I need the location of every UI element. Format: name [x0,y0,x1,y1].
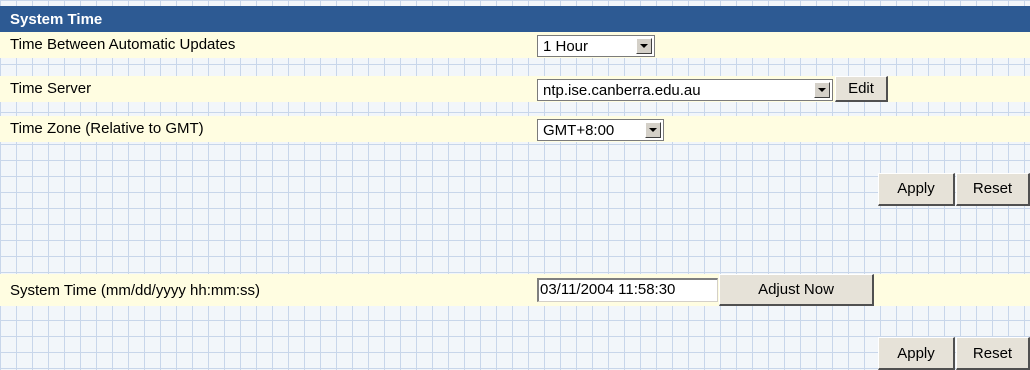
system-time-reset-button[interactable]: Reset [956,337,1030,370]
update-interval-label: Time Between Automatic Updates [10,36,236,53]
adjust-now-button[interactable]: Adjust Now [719,274,874,306]
system-time-apply-button[interactable]: Apply [878,337,955,370]
update-interval-select[interactable]: 1 Hour [537,35,655,57]
edit-time-server-button[interactable]: Edit [835,76,888,102]
time-server-label: Time Server [10,80,92,97]
system-time-input[interactable]: 03/11/2004 11:58:30 [537,278,718,302]
section-title: System Time [10,11,103,28]
time-server-select[interactable]: ntp.ise.canberra.edu.au [537,79,833,101]
chevron-down-icon[interactable] [636,38,652,54]
time-zone-row: Time Zone (Relative to GMT) GMT+8:00 [0,116,1030,142]
settings-apply-button[interactable]: Apply [878,173,955,206]
chevron-down-icon[interactable] [645,122,661,138]
settings-reset-button[interactable]: Reset [956,173,1030,206]
update-interval-row: Time Between Automatic Updates 1 Hour [0,32,1030,58]
section-header: System Time [0,6,1030,32]
time-zone-label: Time Zone (Relative to GMT) [10,120,204,137]
time-server-row: Time Server ntp.ise.canberra.edu.au Edit [0,76,1030,102]
update-interval-selected: 1 Hour [543,38,589,55]
time-server-selected: ntp.ise.canberra.edu.au [543,82,701,99]
chevron-down-icon[interactable] [814,82,830,98]
time-zone-select[interactable]: GMT+8:00 [537,119,664,141]
time-zone-selected: GMT+8:00 [543,122,615,139]
system-time-row: System Time (mm/dd/yyyy hh:mm:ss) 03/11/… [0,274,1030,306]
system-time-label: System Time (mm/dd/yyyy hh:mm:ss) [10,282,261,299]
